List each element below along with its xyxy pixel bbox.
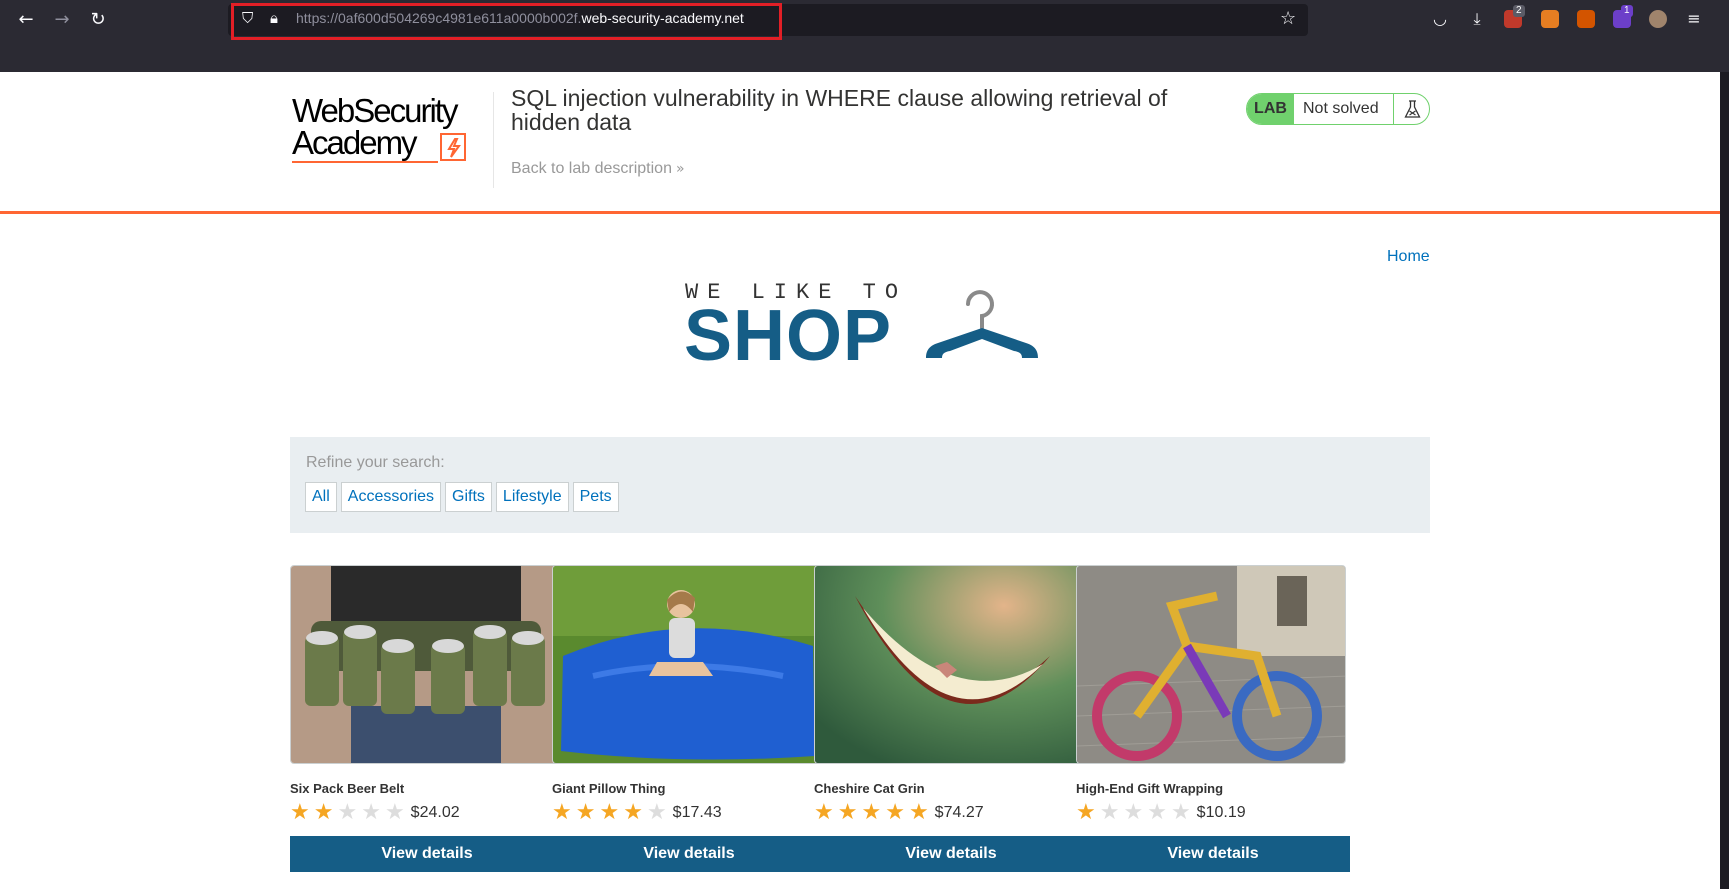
product-price: $10.19 — [1196, 804, 1246, 821]
download-icon[interactable]: ⤓ — [1466, 8, 1488, 30]
star-filled-icon: ★ — [575, 800, 596, 825]
view-details-button[interactable]: View details — [290, 836, 564, 872]
product-card: High-End Gift Wrapping ★ ★ ★ ★ ★ $10.19 View… — [1076, 565, 1351, 872]
star-filled-icon: ★ — [623, 800, 643, 825]
pocket-icon[interactable]: ◡ — [1429, 8, 1451, 30]
filter-accessories[interactable]: Accessories — [340, 482, 442, 512]
star-filled-icon: ★ — [313, 800, 334, 825]
lock-icon[interactable]: 🔒︎ — [270, 9, 278, 27]
star-empty-icon: ★ — [1170, 800, 1191, 825]
extension-badge-4: 1 — [1621, 5, 1633, 17]
extension-icon-3[interactable] — [1577, 10, 1595, 28]
star-filled-icon: ★ — [885, 800, 905, 825]
flask-icon — [1393, 94, 1429, 124]
category-filters: All Accessories Gifts Lifestyle Pets — [305, 482, 619, 512]
hanger-icon — [926, 290, 1038, 358]
rating-stars: ★ ★ ★ ★ ★ — [552, 802, 667, 824]
product-card: Giant Pillow Thing ★ ★ ★ ★ ★ $17.43 View det… — [552, 565, 827, 872]
product-price: $17.43 — [672, 804, 722, 821]
product-image-gift-wrapping — [1076, 565, 1346, 764]
forward-button[interactable]: → — [48, 6, 76, 34]
product-rating-row: ★ ★ ★ ★ ★ $10.19 — [1076, 801, 1351, 825]
filter-gifts[interactable]: Gifts — [445, 482, 492, 512]
lab-status-text: Not solved — [1303, 100, 1379, 117]
lab-title: SQL injection vulnerability in WHERE cla… — [511, 85, 1168, 135]
extension-icon-2[interactable] — [1541, 10, 1559, 28]
product-image-cheshire-grin — [814, 565, 1084, 764]
shop-logo: WE LIKE TO SHOP — [684, 276, 1038, 376]
star-filled-icon: ★ — [290, 800, 310, 825]
lab-header: WebSecurity Academy SQL injection vulner… — [0, 72, 1720, 214]
lab-badge: LAB — [1247, 94, 1294, 124]
product-image-giant-pillow — [552, 565, 822, 764]
extension-badge-1: 2 — [1513, 5, 1525, 17]
star-empty-icon: ★ — [337, 800, 358, 825]
product-card: Cheshire Cat Grin ★ ★ ★ ★ ★ $74.27 View deta… — [814, 565, 1089, 872]
view-details-button[interactable]: View details — [814, 836, 1088, 872]
logo-underline — [292, 161, 438, 163]
star-empty-icon: ★ — [646, 800, 667, 825]
product-name: Cheshire Cat Grin — [814, 781, 925, 796]
star-empty-icon: ★ — [1099, 800, 1120, 825]
product-name: Giant Pillow Thing — [552, 781, 666, 796]
url-text[interactable]: https://0af600d504269c4981e611a0000b002f… — [296, 10, 744, 26]
product-card: Six Pack Beer Belt ★ ★ ★ ★ ★ $24.02 View det… — [290, 565, 565, 872]
shield-icon[interactable]: ⛉ — [242, 9, 253, 27]
bookmark-star-icon[interactable]: ☆ — [1280, 8, 1296, 29]
star-empty-icon: ★ — [1123, 800, 1144, 825]
logo-text-line2: Academy — [292, 124, 418, 161]
academy-logo[interactable]: WebSecurity Academy — [292, 92, 472, 172]
back-button[interactable]: ← — [12, 6, 40, 34]
product-price: $74.27 — [934, 804, 984, 821]
reload-button[interactable]: ↻ — [84, 6, 112, 34]
back-to-lab-description-link[interactable]: Back to lab description» — [511, 160, 685, 178]
rating-stars: ★ ★ ★ ★ ★ — [290, 802, 405, 824]
star-empty-icon: ★ — [1147, 800, 1167, 825]
shop-word: SHOP — [684, 296, 893, 376]
product-rating-row: ★ ★ ★ ★ ★ $17.43 — [552, 801, 827, 825]
page-content: WebSecurity Academy SQL injection vulner… — [0, 72, 1720, 889]
bookmarks-toolbar — [0, 44, 1729, 110]
filter-lifestyle[interactable]: Lifestyle — [495, 482, 569, 512]
product-name: High-End Gift Wrapping — [1076, 781, 1224, 796]
star-empty-icon: ★ — [384, 800, 405, 825]
logo-bolt-icon — [440, 133, 466, 161]
home-link[interactable]: Home — [1387, 248, 1430, 266]
product-rating-row: ★ ★ ★ ★ ★ $74.27 — [814, 801, 1089, 825]
rating-stars: ★ ★ ★ ★ ★ — [814, 802, 929, 824]
product-rating-row: ★ ★ ★ ★ ★ $24.02 — [290, 801, 565, 825]
star-filled-icon: ★ — [861, 800, 882, 825]
scrollbar[interactable] — [1720, 72, 1729, 889]
star-empty-icon: ★ — [361, 800, 381, 825]
star-filled-icon: ★ — [837, 800, 858, 825]
product-price: $24.02 — [410, 804, 460, 821]
double-chevron-right-icon: » — [675, 161, 685, 177]
filter-all[interactable]: All — [305, 482, 337, 512]
product-image-beer-belt — [290, 565, 560, 764]
product-name: Six Pack Beer Belt — [290, 781, 405, 796]
profile-avatar-icon[interactable] — [1649, 10, 1667, 28]
rating-stars: ★ ★ ★ ★ ★ — [1076, 802, 1191, 824]
filter-pets[interactable]: Pets — [572, 482, 619, 512]
refine-search-label: Refine your search: — [306, 454, 445, 471]
back-link-label: Back to lab description — [511, 160, 672, 177]
view-details-button[interactable]: View details — [552, 836, 826, 872]
lab-status-widget: LAB Not solved — [1246, 93, 1430, 125]
view-details-button[interactable]: View details — [1076, 836, 1350, 872]
header-divider — [493, 92, 494, 188]
star-filled-icon: ★ — [814, 800, 834, 825]
star-filled-icon: ★ — [908, 800, 929, 825]
menu-icon[interactable]: ≡ — [1683, 8, 1705, 30]
star-filled-icon: ★ — [552, 800, 572, 825]
star-filled-icon: ★ — [599, 800, 620, 825]
star-filled-icon: ★ — [1076, 800, 1096, 825]
filter-panel: Refine your search: All Accessories Gift… — [290, 437, 1430, 533]
